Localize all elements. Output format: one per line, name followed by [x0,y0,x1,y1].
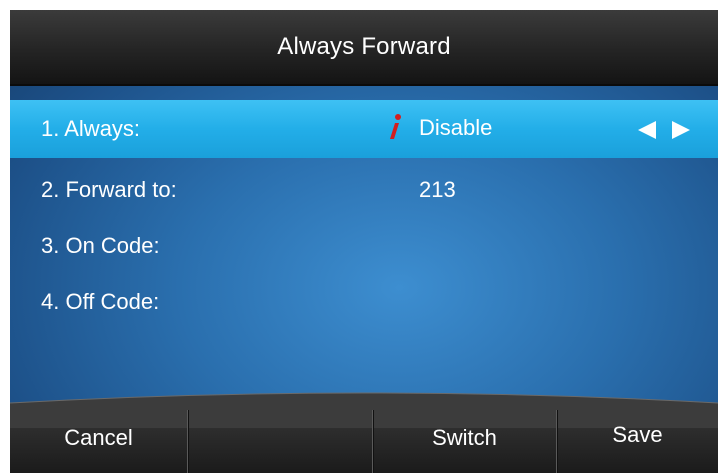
switch-button[interactable]: Switch [373,403,556,473]
row-off-code[interactable]: 4. Off Code: [10,274,718,330]
row-label-on-code: 3. On Code: [41,233,160,258]
row-always[interactable]: 1. Always: Disable [10,100,718,158]
left-right-arrows-icon[interactable] [636,120,692,140]
cancel-button[interactable]: Cancel [10,403,187,473]
row-on-code[interactable]: 3. On Code: [10,218,718,274]
settings-list: 1. Always: Disable 2. Forward to: 213 3.… [10,100,718,330]
info-icon [385,112,405,142]
row-label-off-code: 4. Off Code: [41,289,160,314]
title-bar: Always Forward [10,10,718,86]
page-title: Always Forward [277,33,451,60]
save-button[interactable]: Save [557,403,718,473]
row-value-always: Disable [419,115,493,140]
row-label-forward-to: 2. Forward to: [41,177,177,202]
phone-screen: Always Forward 1. Always: Disable 2. For… [10,10,718,473]
row-label-always: 1. Always: [41,116,141,141]
row-forward-to[interactable]: 2. Forward to: 213 [10,162,718,218]
row-value-forward-to: 213 [419,177,456,202]
empty-softkey[interactable] [188,403,372,473]
